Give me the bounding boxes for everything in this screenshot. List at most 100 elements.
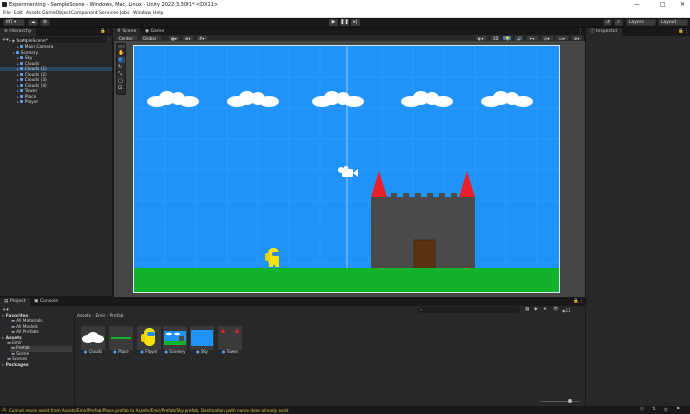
game-canvas[interactable] [133, 45, 560, 293]
project-search-input[interactable]: ⌕ [418, 307, 520, 313]
visibility-icon[interactable]: 👁 [553, 307, 559, 312]
status-icon-3[interactable]: ⛭ [664, 407, 668, 413]
more-icon[interactable]: ⋮ [106, 28, 111, 34]
hierarchy-item-label: Sky [24, 56, 33, 61]
expand-icon[interactable]: ▸ [17, 45, 19, 49]
account-dropdown[interactable]: MT ▾ [3, 19, 25, 26]
hierarchy-item[interactable]: ▸ Clouds (4) [17, 83, 47, 89]
menu-jobs[interactable]: Jobs [120, 11, 129, 16]
hand-tool-icon[interactable]: ✋ [118, 50, 124, 56]
status-icon-4[interactable]: ⚑ [676, 407, 680, 412]
menu-services[interactable]: Services [99, 11, 118, 16]
status-icon-1[interactable]: ◷ [640, 407, 644, 412]
hierarchy-item[interactable]: ▸ Clouds (2) [17, 72, 47, 78]
menu-assets[interactable]: Assets [26, 11, 41, 16]
pause-button[interactable]: ❚❚ [340, 19, 349, 26]
hierarchy-item[interactable]: ▸ Clouds [17, 61, 39, 67]
expand-icon[interactable]: ▸ [17, 62, 19, 66]
asset-count: ◉21 [562, 308, 571, 313]
favorite-icon[interactable]: ★ [543, 307, 547, 312]
rect-tool-icon[interactable]: ▢ [118, 78, 123, 84]
tab-inspector[interactable]: ⓘ Inspector [586, 28, 622, 36]
history-icon[interactable]: ↺ [603, 19, 612, 26]
minimize-button[interactable]: — [634, 1, 640, 8]
cloud-sprite[interactable] [401, 90, 453, 108]
menu-edit[interactable]: Edit [14, 11, 23, 16]
close-button[interactable]: ✕ [680, 1, 685, 8]
grass-ground[interactable] [134, 268, 559, 292]
maximize-button[interactable]: □ [660, 1, 666, 8]
zoom-slider-handle[interactable] [568, 399, 572, 403]
layers-dropdown[interactable]: Layers [626, 19, 656, 26]
menu-file[interactable]: File [3, 11, 11, 16]
expand-icon[interactable]: ▸ [13, 51, 15, 55]
tower-sprite[interactable] [369, 171, 477, 271]
folder-tree-item[interactable]: ▾ Packages [2, 363, 72, 368]
more-icon[interactable]: ⋮ [684, 28, 689, 34]
hierarchy-item[interactable]: ▸ Tower [17, 89, 37, 94]
camera-gizmo-icon[interactable] [337, 166, 359, 180]
menu-component[interactable]: Component [71, 11, 98, 16]
scale-tool-icon[interactable]: ⤡ [118, 71, 122, 77]
hierarchy-item[interactable]: ▸ Clouds (3) [17, 78, 47, 83]
cloud-sprite[interactable] [481, 90, 533, 108]
status-icon-2[interactable]: ⇅ [652, 407, 656, 412]
breadcrumb-emir[interactable]: Emir [95, 314, 105, 319]
hierarchy-item[interactable]: ▸ Clouds (1) [17, 67, 47, 72]
player-sprite[interactable] [265, 246, 281, 268]
status-message[interactable]: Cannot move asset from Assets/Emir/Prefa… [9, 408, 529, 413]
hierarchy-item[interactable]: ▸ Place [17, 94, 36, 100]
breadcrumb-assets[interactable]: Assets [77, 314, 91, 319]
project-split-divider[interactable] [74, 314, 75, 406]
hierarchy-item[interactable]: ▸ Player [17, 100, 38, 105]
cloud-sprite[interactable] [147, 90, 199, 108]
cloud-sprite[interactable] [312, 90, 364, 108]
expand-icon[interactable]: ▸ [17, 78, 19, 82]
lock-icon[interactable]: 🔒 [573, 299, 579, 304]
hierarchy-item[interactable]: ▸ Sky [17, 56, 32, 61]
search-icon[interactable]: ⌕ [614, 19, 623, 26]
expand-icon[interactable]: ▸ [17, 67, 19, 71]
prefab-cube-icon [19, 89, 23, 92]
create-icon[interactable]: +▾ [2, 307, 9, 313]
zoom-slider[interactable] [540, 401, 580, 402]
hierarchy-item[interactable]: ▸ Scenery [13, 50, 38, 56]
expand-icon[interactable]: ▾ [2, 336, 4, 340]
tab-hierarchy[interactable]: ≡ Hierarchy [0, 28, 36, 36]
expand-icon[interactable]: ▸ [17, 89, 19, 93]
expand-icon[interactable]: ▸ [17, 95, 19, 99]
more-icon[interactable]: ⋮ [579, 298, 584, 304]
menu-help[interactable]: Help [153, 11, 163, 16]
expand-icon[interactable]: ▸ [17, 56, 19, 60]
cloud-sprite[interactable] [227, 90, 279, 108]
add-icon[interactable]: +▾ [2, 37, 9, 43]
expand-icon[interactable]: ▸ [17, 73, 19, 77]
transform-tool-icon[interactable]: ⊡ [118, 85, 122, 91]
tab-console[interactable]: ▣ Console [30, 298, 62, 306]
layout-dropdown[interactable]: Layout [658, 19, 688, 26]
filter-type-icon[interactable]: ▦ [525, 307, 529, 312]
scene-more-icon[interactable]: ⋮ [106, 37, 110, 42]
lock-icon[interactable]: 🔒 [678, 29, 684, 34]
menu-gameobject[interactable]: GameObject [42, 11, 71, 16]
cloud-icon[interactable]: ☁ [28, 19, 38, 26]
hierarchy-item-label: Main Camera [24, 45, 54, 50]
title-bar: Experimenting - SampleScene - Windows, M… [0, 0, 690, 10]
collab-icon[interactable]: ⚙ [40, 19, 50, 26]
step-button[interactable]: ▸| [351, 19, 360, 26]
expand-icon[interactable]: ▾ [2, 363, 4, 367]
expand-icon[interactable]: ▸ [17, 100, 19, 104]
filter-label-icon[interactable]: ◆ [534, 307, 537, 312]
expand-icon[interactable]: ▾ [2, 314, 4, 318]
prefab-cube-icon [19, 45, 23, 48]
hierarchy-scene-root[interactable]: ▾◈ SampleScene* [9, 39, 48, 44]
rotate-tool-icon[interactable]: ↻ [118, 64, 122, 70]
move-tool-icon[interactable]: ✥ [118, 57, 125, 63]
tab-project[interactable]: ▤ Project [0, 298, 30, 306]
breadcrumb-prefab[interactable]: Prefab [110, 314, 124, 319]
play-button[interactable]: ▶ [329, 19, 338, 26]
lock-icon[interactable]: 🔒 [100, 29, 106, 34]
hierarchy-item[interactable]: ▸ Main Camera [17, 45, 53, 50]
expand-icon[interactable]: ▸ [17, 84, 19, 88]
menu-window[interactable]: Window [133, 11, 151, 16]
